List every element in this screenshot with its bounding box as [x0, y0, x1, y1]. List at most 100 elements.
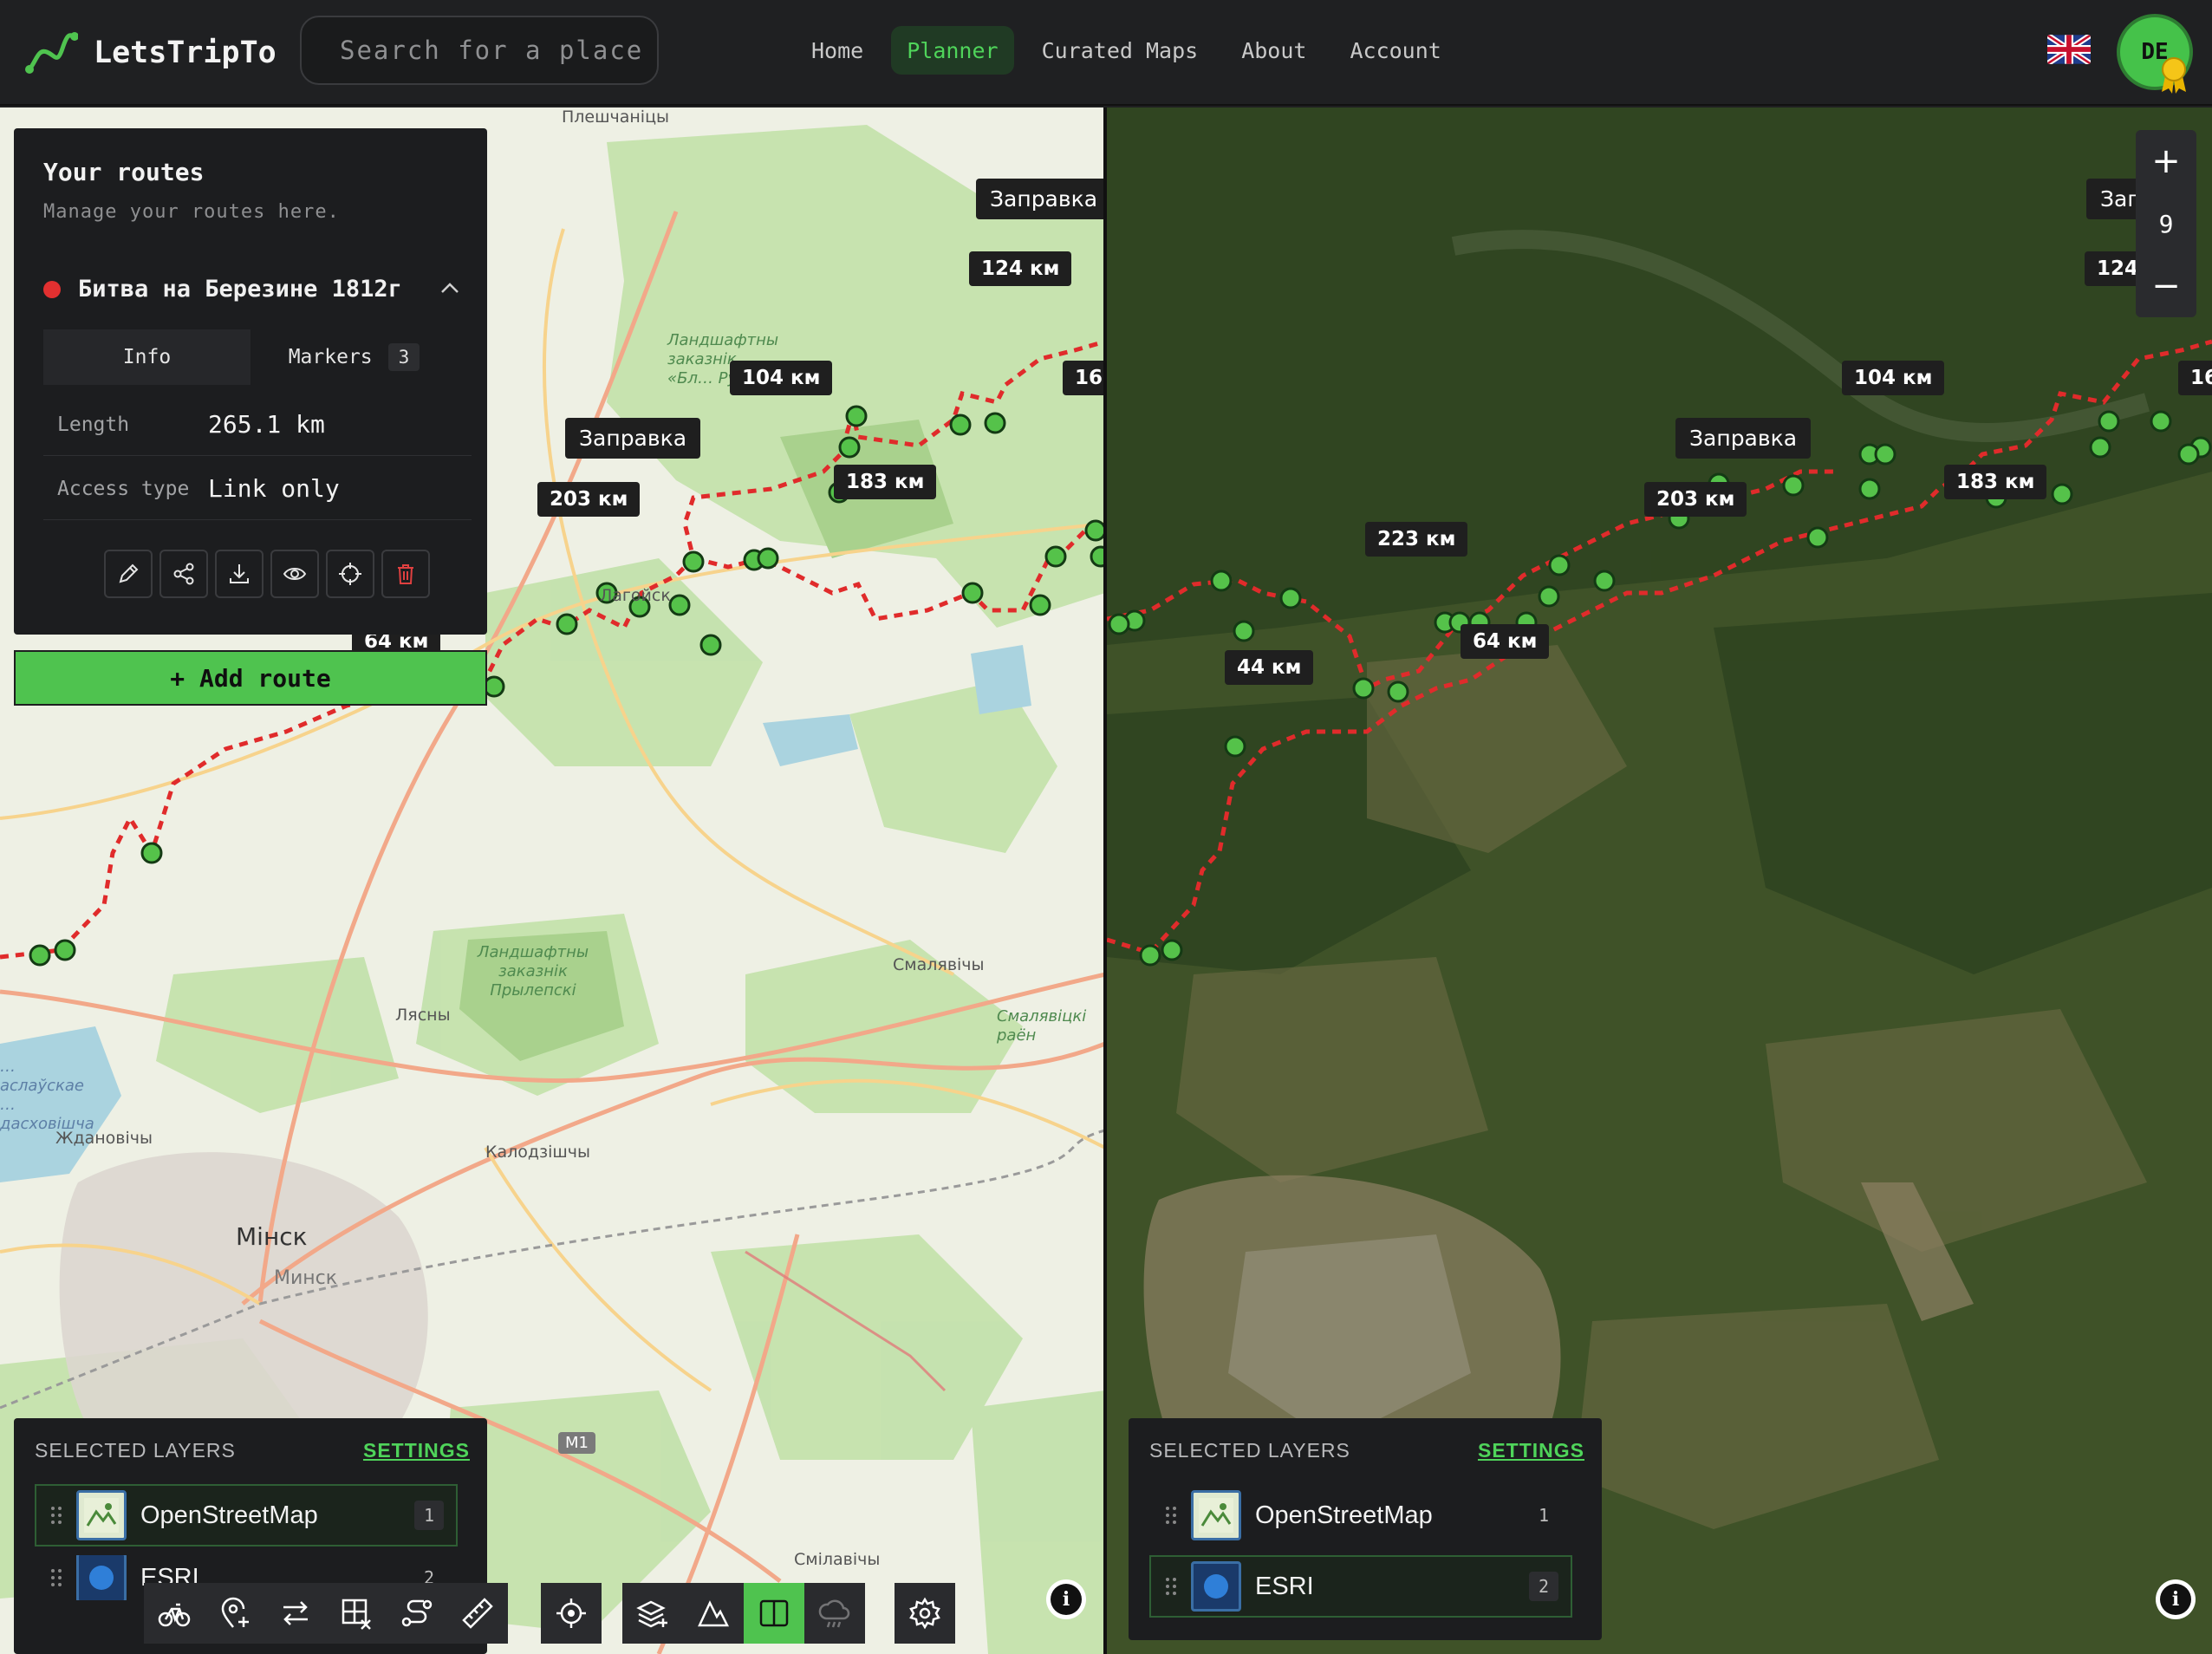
distance-label[interactable]: 223 км [1365, 522, 1468, 557]
uk-flag-icon[interactable] [2047, 35, 2091, 64]
zoom-in-button[interactable]: + [2136, 130, 2196, 192]
access-type-value: Link only [208, 474, 340, 503]
delete-route-button[interactable] [381, 550, 430, 598]
search-box[interactable] [300, 16, 659, 85]
logo-icon [25, 32, 78, 74]
locate-route-button[interactable] [326, 550, 374, 598]
top-navbar: LetsTripTo Home Planner Curated Maps Abo… [0, 0, 2212, 106]
drag-handle-icon[interactable] [1151, 1505, 1191, 1526]
distance-label[interactable]: 16 [2178, 361, 2212, 395]
distance-label[interactable]: 183 км [834, 465, 937, 499]
nav-planner[interactable]: Planner [891, 26, 1014, 75]
my-location-button[interactable] [541, 1583, 602, 1644]
search-input[interactable] [302, 17, 657, 83]
gas-station-label[interactable]: Заправка [1675, 418, 1812, 459]
split-view-button[interactable] [744, 1583, 804, 1644]
gas-station-label[interactable]: Заправка [565, 418, 701, 459]
distance-label[interactable]: 64 км [1461, 624, 1550, 659]
nav-about[interactable]: About [1226, 26, 1322, 75]
route-tabs: Info Markers 3 [43, 329, 458, 385]
route-name: Битва на Березине 1812г [78, 276, 402, 303]
swap-icon [283, 1601, 308, 1625]
tab-markers[interactable]: Markers 3 [250, 329, 458, 385]
markers-count-badge: 3 [387, 343, 420, 371]
esri-layer-icon [1191, 1561, 1241, 1612]
length-value: 265.1 km [208, 410, 325, 439]
download-route-button[interactable] [215, 550, 263, 598]
route-color-dot [43, 280, 61, 298]
layers-settings-link[interactable]: SETTINGS [1478, 1439, 1584, 1462]
map-settings-button[interactable] [895, 1583, 955, 1644]
add-marker-button[interactable] [205, 1583, 265, 1644]
gas-station-label[interactable]: Заправка [976, 179, 1105, 219]
road-badge-m1: M1 [558, 1432, 595, 1454]
add-route-button[interactable]: + Add route [14, 650, 487, 706]
edit-icon [119, 563, 139, 583]
reverse-route-button[interactable] [265, 1583, 326, 1644]
attribution-info-button[interactable]: i [1046, 1579, 1086, 1619]
chevron-up-icon[interactable] [437, 276, 463, 302]
weather-button[interactable] [804, 1583, 865, 1644]
view-toolbar [622, 1583, 865, 1644]
tab-info[interactable]: Info [43, 329, 250, 385]
app-name: LetsTripTo [94, 36, 276, 70]
distance-label[interactable]: 203 км [537, 482, 641, 517]
route-header[interactable]: Битва на Березине 1812г [43, 276, 402, 303]
settings-icon [909, 1597, 940, 1630]
locate-toolbar [541, 1583, 602, 1644]
layer-name: OpenStreetMap [140, 1501, 318, 1529]
distance-label[interactable]: 104 км [730, 361, 833, 395]
download-icon [230, 564, 249, 583]
nav-curated-maps[interactable]: Curated Maps [1026, 26, 1214, 75]
access-type-key: Access type [57, 477, 190, 500]
layers-title: SELECTED LAYERS [35, 1439, 236, 1462]
route-actions [104, 550, 430, 598]
route-path-button[interactable] [387, 1583, 447, 1644]
weather-icon [818, 1599, 850, 1628]
distance-label[interactable]: 163 [1063, 361, 1105, 395]
place-label: Смілавічы [794, 1550, 881, 1569]
bike-icon [158, 1603, 191, 1627]
settings-toolbar [895, 1583, 955, 1644]
layer-row-openstreetmap[interactable]: OpenStreetMap 1 [1149, 1484, 1572, 1547]
bike-mode-button[interactable] [144, 1583, 205, 1644]
drag-handle-icon[interactable] [36, 1505, 76, 1526]
elevation-button[interactable] [683, 1583, 744, 1644]
nav-account[interactable]: Account [1334, 26, 1456, 75]
logo[interactable]: LetsTripTo [24, 29, 276, 76]
layer-row-openstreetmap[interactable]: OpenStreetMap 1 [35, 1484, 458, 1547]
distance-label[interactable]: 124 км [969, 251, 1072, 286]
distance-label[interactable]: 104 км [1842, 361, 1945, 395]
toggle-visibility-button[interactable] [270, 550, 319, 598]
drag-handle-icon[interactable] [1151, 1576, 1191, 1597]
locate-icon [339, 563, 361, 585]
distance-label[interactable]: 44 км [1225, 650, 1314, 685]
drag-handle-icon[interactable] [36, 1567, 76, 1588]
layers-button[interactable] [622, 1583, 683, 1644]
length-row: Length 265.1 km [43, 394, 472, 456]
esri-layer-icon [76, 1555, 127, 1600]
measure-button[interactable] [447, 1583, 508, 1644]
panel-title: Your routes [43, 158, 205, 186]
layers-title: SELECTED LAYERS [1149, 1439, 1350, 1462]
clear-grid-button[interactable] [326, 1583, 387, 1644]
place-label: Плешчаніцы [562, 107, 670, 127]
nav-home[interactable]: Home [796, 26, 879, 75]
distance-label[interactable]: 203 км [1644, 482, 1747, 517]
distance-label[interactable]: 183 км [1944, 465, 2047, 499]
layers-settings-link[interactable]: SETTINGS [363, 1439, 470, 1462]
layer-row-esri[interactable]: ESRI 2 [1149, 1555, 1572, 1618]
share-route-button[interactable] [159, 550, 208, 598]
layer-name: ESRI [1255, 1572, 1314, 1600]
attribution-info-button[interactable]: i [2156, 1579, 2196, 1619]
ruler-icon [462, 1598, 493, 1629]
add-marker-icon [221, 1597, 249, 1628]
selected-layers-panel-right: SELECTED LAYERS SETTINGS OpenStreetMap 1… [1129, 1418, 1602, 1640]
mountain-icon [698, 1600, 730, 1627]
nature-reserve-label: Ландшафтны заказнік Прылепскі [477, 943, 589, 1000]
main-nav: Home Planner Curated Maps About Account [796, 26, 1457, 75]
split-view-icon [759, 1599, 789, 1627]
zoom-out-button[interactable]: − [2136, 255, 2196, 317]
osm-layer-icon [76, 1490, 127, 1540]
edit-route-button[interactable] [104, 550, 153, 598]
